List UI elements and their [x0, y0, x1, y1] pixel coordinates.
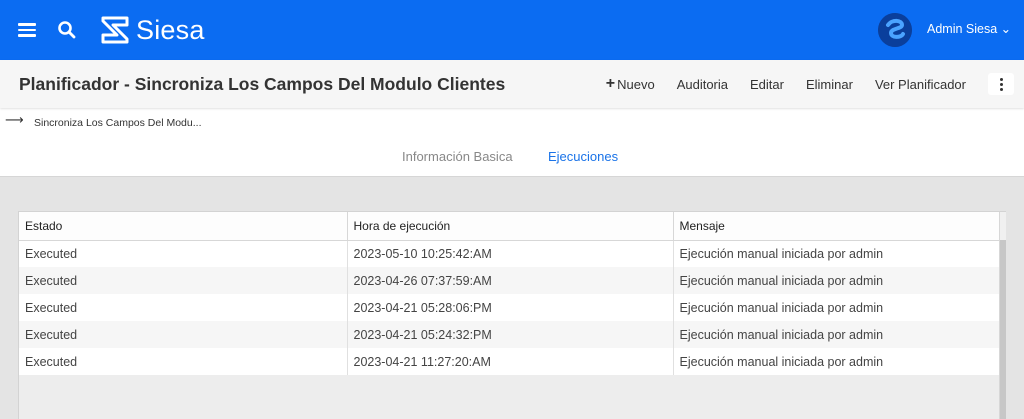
- table-row[interactable]: Executed 2023-04-26 07:37:59:AM Ejecució…: [19, 267, 1000, 294]
- new-label: Nuevo: [617, 76, 655, 92]
- table-row[interactable]: Executed 2023-04-21 05:24:32:PM Ejecució…: [19, 321, 1000, 348]
- plus-icon: +: [605, 75, 616, 92]
- user-name: Admin Siesa: [927, 22, 998, 36]
- content-area: Estado Hora de ejecución Mensaje Execute…: [0, 176, 1024, 419]
- scrollbar-thumb[interactable]: [1000, 240, 1006, 419]
- top-bar: Siesa Admin Siesa ⌄: [0, 0, 1024, 60]
- table-row[interactable]: Executed 2023-05-10 10:25:42:AM Ejecució…: [19, 240, 1000, 267]
- cell-estado: Executed: [19, 267, 348, 294]
- user-avatar[interactable]: [878, 13, 912, 47]
- cell-estado: Executed: [19, 348, 348, 375]
- cell-mensaje: Ejecución manual iniciada por admin: [673, 267, 1000, 294]
- cell-hora: 2023-04-26 07:37:59:AM: [347, 267, 674, 294]
- vertical-scrollbar[interactable]: [999, 212, 1006, 419]
- edit-button[interactable]: Editar: [750, 77, 784, 92]
- view-scheduler-button[interactable]: Ver Planificador: [875, 77, 966, 92]
- cell-mensaje: Ejecución manual iniciada por admin: [673, 294, 1000, 321]
- siesa-logo-icon: [101, 16, 129, 44]
- audit-button[interactable]: Auditoria: [677, 77, 728, 92]
- column-header-estado[interactable]: Estado: [19, 212, 348, 241]
- siesa-logo[interactable]: Siesa: [100, 14, 205, 46]
- cell-hora: 2023-05-10 10:25:42:AM: [347, 240, 674, 267]
- cell-estado: Executed: [19, 321, 348, 348]
- user-menu[interactable]: Admin Siesa ⌄: [927, 21, 1011, 36]
- menu-icon[interactable]: [18, 23, 36, 37]
- page-title: Planificador - Sincroniza Los Campos Del…: [19, 74, 506, 94]
- delete-button[interactable]: Eliminar: [806, 77, 853, 92]
- cell-estado: Executed: [19, 294, 348, 321]
- header-actions: + Nuevo Auditoria Editar Eliminar Ver Pl…: [606, 60, 1024, 108]
- search-icon[interactable]: [57, 20, 77, 40]
- cell-hora: 2023-04-21 05:24:32:PM: [347, 321, 674, 348]
- cell-mensaje: Ejecución manual iniciada por admin: [673, 240, 1000, 267]
- breadcrumb-item[interactable]: Sincroniza Los Campos Del Modu...: [34, 117, 202, 129]
- page-header: Planificador - Sincroniza Los Campos Del…: [0, 60, 1024, 108]
- tab-bar: Información Basica Ejecuciones: [0, 140, 1024, 176]
- table-row[interactable]: Executed 2023-04-21 05:28:06:PM Ejecució…: [19, 294, 1000, 321]
- tab-informacion-basica[interactable]: Información Basica: [402, 149, 513, 164]
- chevron-down-icon: ⌄: [1000, 22, 1012, 36]
- executions-table: Estado Hora de ejecución Mensaje Execute…: [18, 211, 1006, 419]
- new-button[interactable]: + Nuevo: [606, 76, 655, 92]
- cell-hora: 2023-04-21 11:27:20:AM: [347, 348, 674, 375]
- cell-estado: Executed: [19, 240, 348, 267]
- cell-mensaje: Ejecución manual iniciada por admin: [673, 348, 1000, 375]
- breadcrumb: ⟶ Sincroniza Los Campos Del Modu...: [0, 112, 300, 132]
- table-header-row: Estado Hora de ejecución Mensaje: [19, 212, 1000, 241]
- column-header-hora[interactable]: Hora de ejecución: [347, 212, 674, 241]
- tab-ejecuciones[interactable]: Ejecuciones: [548, 149, 618, 164]
- more-options-icon[interactable]: [988, 73, 1014, 95]
- cell-mensaje: Ejecución manual iniciada por admin: [673, 321, 1000, 348]
- table-row[interactable]: Executed 2023-04-21 11:27:20:AM Ejecució…: [19, 348, 1000, 375]
- logo-text: Siesa: [136, 14, 205, 45]
- column-header-mensaje[interactable]: Mensaje: [673, 212, 1000, 241]
- back-arrow-icon[interactable]: ⟶: [5, 112, 24, 128]
- cell-hora: 2023-04-21 05:28:06:PM: [347, 294, 674, 321]
